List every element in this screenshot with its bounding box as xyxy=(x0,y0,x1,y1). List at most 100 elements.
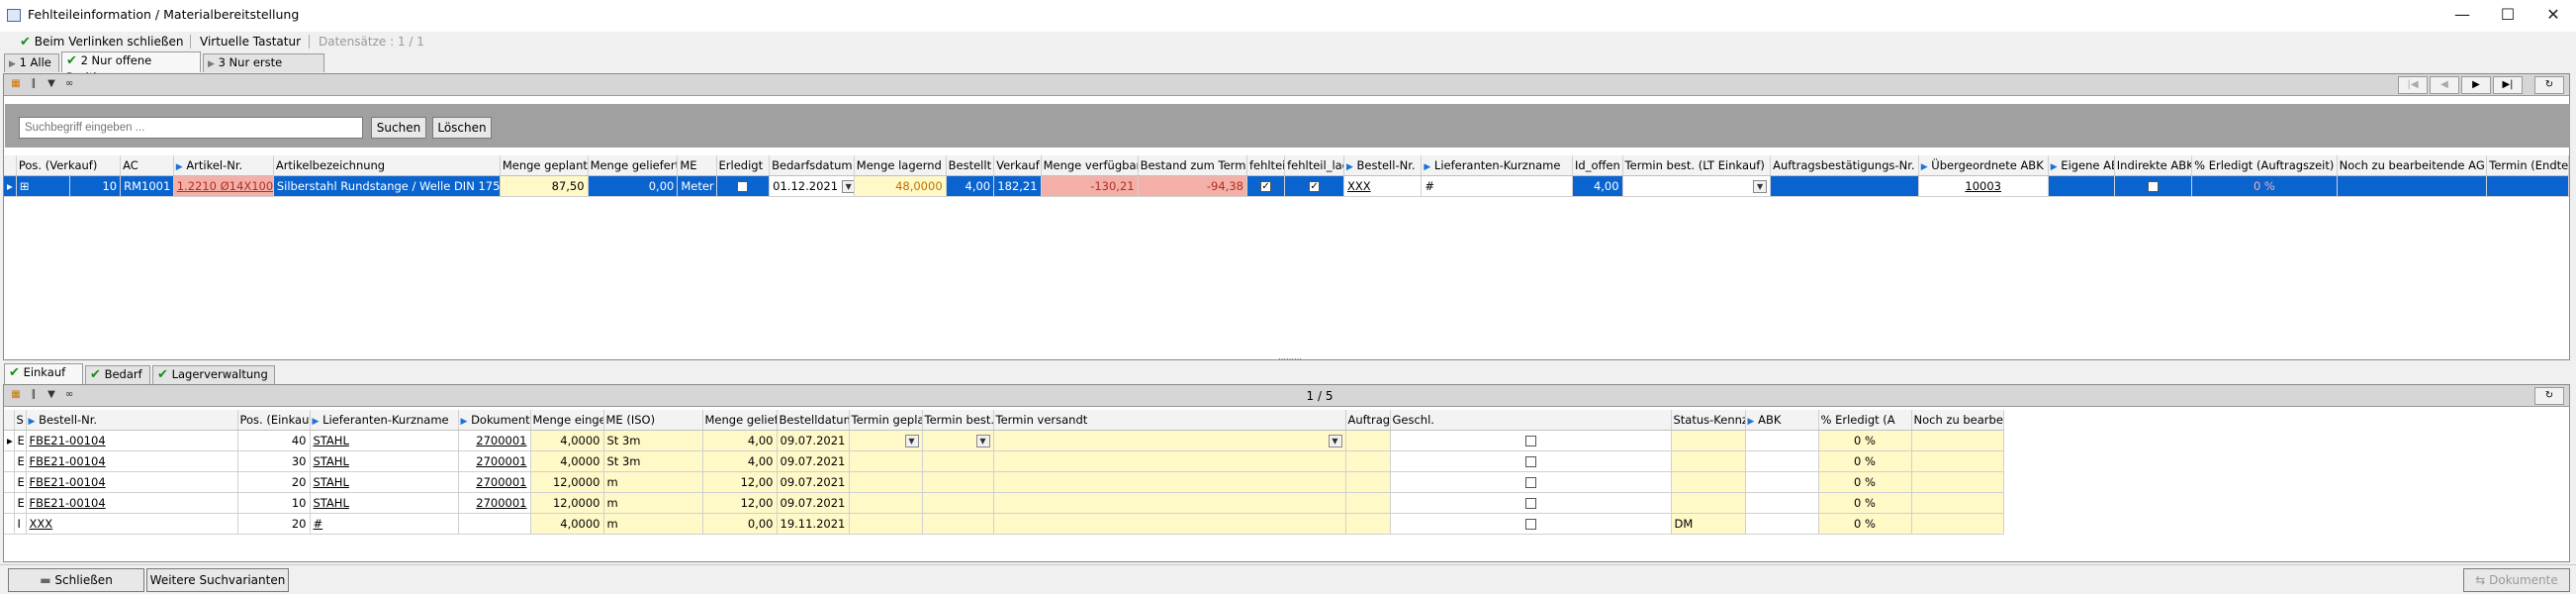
col-s[interactable]: S xyxy=(14,410,27,431)
indirekte-abk-checkbox[interactable] xyxy=(2147,180,2159,192)
tab-lagerverwaltung[interactable]: ✔ Lagerverwaltung xyxy=(152,365,275,384)
geschl-checkbox[interactable] xyxy=(1524,497,1536,509)
col-erledigt-pct[interactable]: % Erledigt (A xyxy=(1818,410,1912,431)
col-ab-nr[interactable]: Auftragsbestätigungs-Nr. xyxy=(1770,155,1919,176)
bestell-nr-link[interactable]: XXX xyxy=(1347,179,1371,193)
geschl-checkbox[interactable] xyxy=(1524,455,1536,467)
maximize-icon[interactable]: ☐ xyxy=(2485,0,2530,30)
col-lieferant[interactable]: ▶ Lieferanten-Kurzname xyxy=(310,410,459,431)
col-termin-best[interactable]: Termin best. (LT Einkauf) xyxy=(1622,155,1772,176)
minimize-icon[interactable]: — xyxy=(2439,0,2485,30)
col-termin-best[interactable]: Termin best. xyxy=(922,410,994,431)
cell-lieferant[interactable]: STAHL xyxy=(310,471,459,493)
dokument-link[interactable]: 2700001 xyxy=(476,475,526,489)
cell-dokument[interactable]: 2700001 xyxy=(458,471,531,493)
dokument-link[interactable]: 2700001 xyxy=(476,434,526,447)
tab-einkauf[interactable]: ✔ Einkauf xyxy=(4,363,83,384)
cell-termin-best[interactable]: ▼ xyxy=(1622,175,1772,197)
bestell-nr-link[interactable]: FBE21-00104 xyxy=(30,454,106,468)
col-erledigt[interactable]: Erledigt xyxy=(716,155,771,176)
col-bestell-nr[interactable]: ▶ Bestell-Nr. xyxy=(1343,155,1423,176)
geschl-checkbox[interactable] xyxy=(1524,476,1536,488)
close-button[interactable]: ▬ Schließen xyxy=(8,568,144,592)
col-menge-verfuegbar[interactable]: Menge verfügbar xyxy=(1041,155,1139,176)
chevron-down-icon[interactable]: ▼ xyxy=(1753,179,1768,193)
first-record-button[interactable]: |◀ xyxy=(2398,76,2428,94)
col-bedarfsdatum[interactable]: Bedarfsdatum xyxy=(769,155,855,176)
cell-geschl[interactable] xyxy=(1390,430,1672,451)
cell-lieferant[interactable]: STAHL xyxy=(310,492,459,514)
bestell-nr-link[interactable]: FBE21-00104 xyxy=(30,496,106,510)
cell-erledigt[interactable] xyxy=(716,175,771,197)
lieferant-link[interactable]: STAHL xyxy=(314,496,349,510)
cell-bestell-nr[interactable]: FBE21-00104 xyxy=(26,471,238,493)
geschl-checkbox[interactable] xyxy=(1524,435,1536,446)
col-pos-verkauf[interactable]: Pos. (Verkauf) xyxy=(16,155,122,176)
link-icon[interactable]: ∞ xyxy=(61,77,77,91)
next-record-button[interactable]: ▶ xyxy=(2461,76,2491,94)
erledigt-checkbox[interactable] xyxy=(737,180,749,192)
bestell-nr-link[interactable]: XXX xyxy=(30,517,53,531)
cell-geschl[interactable] xyxy=(1390,450,1672,472)
dokument-link[interactable]: 2700001 xyxy=(476,496,526,510)
cell-termin-geplant[interactable]: ▼ xyxy=(849,430,923,451)
lieferant-link[interactable]: # xyxy=(314,517,323,531)
col-ac[interactable]: AC xyxy=(120,155,174,176)
col-artikel-nr[interactable]: ▶ Artikel-Nr. xyxy=(173,155,274,176)
documents-button[interactable]: ⇆ Dokumente xyxy=(2463,568,2570,592)
cell-bestell-nr[interactable]: FBE21-00104 xyxy=(26,450,238,472)
chevron-down-icon[interactable]: ▼ xyxy=(1328,434,1342,447)
col-menge-lagernd[interactable]: Menge lagernd xyxy=(854,155,947,176)
fehlteil-checkbox[interactable] xyxy=(1260,180,1272,192)
dokument-link[interactable]: 2700001 xyxy=(476,454,526,468)
filter-icon[interactable]: ▼ xyxy=(44,77,59,91)
col-indirekte-abk[interactable]: Indirekte ABK xyxy=(2114,155,2193,176)
col-verkauf[interactable]: Verkauf xyxy=(993,155,1042,176)
search-button[interactable]: Suchen xyxy=(371,117,426,139)
cell-dokument[interactable]: 2700001 xyxy=(458,450,531,472)
cell-lieferant[interactable]: # xyxy=(1421,175,1573,197)
chevron-down-icon[interactable]: ▼ xyxy=(841,179,854,193)
col-fehlteil[interactable]: fehlteil xyxy=(1246,155,1286,176)
col-geschl[interactable]: Geschl. xyxy=(1390,410,1672,431)
grid-icon[interactable]: ▦ xyxy=(8,388,24,402)
col-termin-geplant[interactable]: Termin geplant xyxy=(849,410,923,431)
table-row[interactable]: ▸ E FBE21-00104 40 STAHL 2700001 4,0000 … xyxy=(4,430,2004,451)
lieferant-link[interactable]: STAHL xyxy=(314,434,349,447)
cell-geschl[interactable] xyxy=(1390,492,1672,514)
cell-bestell-nr[interactable]: FBE21-00104 xyxy=(26,492,238,514)
refresh-icon[interactable]: ↻ xyxy=(2534,387,2564,405)
table-row[interactable]: E FBE21-00104 20 STAHL 2700001 12,0000 m… xyxy=(4,471,2004,493)
col-bezeichnung[interactable]: Artikelbezeichnung xyxy=(273,155,501,176)
col-menge-geliefert[interactable]: Menge geliefert xyxy=(588,155,679,176)
tab-erste-position[interactable]: ▶ 3 Nur erste Position xyxy=(203,53,324,88)
cell-lieferant[interactable]: STAHL xyxy=(310,430,459,451)
col-menge-geplant[interactable]: Menge geplant xyxy=(500,155,589,176)
refresh-icon[interactable]: ↻ xyxy=(2534,76,2564,94)
artikel-link[interactable]: 1.2210 Ø14X1000 xyxy=(177,179,273,193)
col-termin-versandt[interactable]: Termin versandt xyxy=(993,410,1346,431)
col-lieferant[interactable]: ▶ Lieferanten-Kurzname xyxy=(1421,155,1573,176)
column-icon[interactable]: ∥ xyxy=(26,388,42,402)
grid-icon[interactable]: ▦ xyxy=(8,77,24,91)
col-id-offen[interactable]: Id_offen xyxy=(1572,155,1623,176)
fehlteil-lager-checkbox[interactable] xyxy=(1309,180,1321,192)
table-row[interactable]: E FBE21-00104 10 STAHL 2700001 12,0000 m… xyxy=(4,492,2004,514)
cell-bestell-nr[interactable]: XXX xyxy=(26,513,238,535)
col-bestellt[interactable]: Bestellt xyxy=(946,155,995,176)
col-ab-nr[interactable]: Auftragsbestätigungs-Nr. xyxy=(1345,410,1391,431)
cell-lieferant[interactable]: # xyxy=(310,513,459,535)
cell-fehlteil[interactable] xyxy=(1246,175,1286,197)
cell-dokument[interactable]: 2700001 xyxy=(458,492,531,514)
tab-offene-positionen[interactable]: ✔ 2 Nur offene Positionen xyxy=(61,51,201,84)
cell-dokument[interactable]: 2700001 xyxy=(458,430,531,451)
col-status[interactable]: Status-Kennzeichen (Intern) xyxy=(1671,410,1746,431)
cell-indirekte-abk[interactable] xyxy=(2114,175,2193,197)
table-row[interactable]: ▸ ⊞ 10 RM1001 1.2210 Ø14X1000 Silberstah… xyxy=(4,175,2569,197)
col-bestand-termin[interactable]: Bestand zum Termin xyxy=(1138,155,1247,176)
prev-record-button[interactable]: ◀ xyxy=(2430,76,2459,94)
clear-button[interactable]: Löschen xyxy=(432,117,492,139)
tab-alle[interactable]: ▶ 1 Alle xyxy=(4,53,59,72)
col-bestell-nr[interactable]: ▶ Bestell-Nr. xyxy=(26,410,238,431)
cell-fehlteil-lager[interactable] xyxy=(1284,175,1344,197)
